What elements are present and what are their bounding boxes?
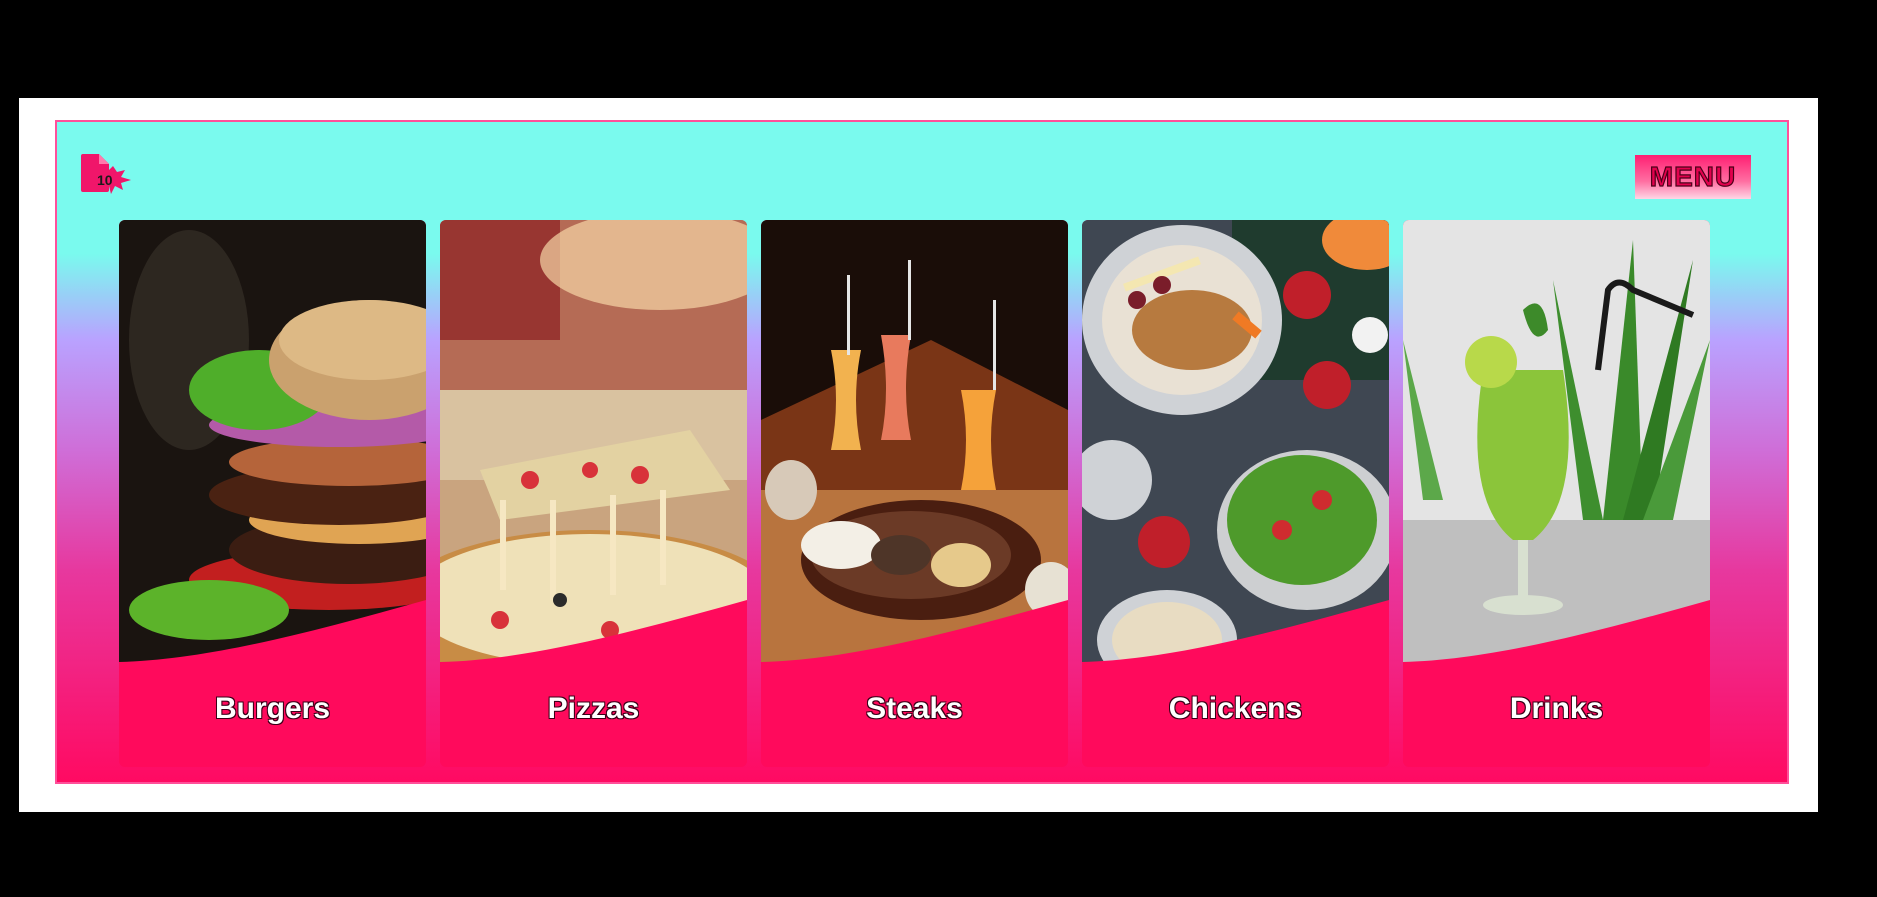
card-wave: [1082, 600, 1389, 662]
card-label: Steaks: [866, 692, 963, 725]
card-label: Drinks: [1509, 692, 1604, 725]
menu-stage: 10 MENU Burgers Pizzas Steaks Chickens D…: [55, 120, 1789, 784]
logo-badge[interactable]: 10: [79, 152, 135, 196]
card-wave: [761, 600, 1068, 662]
logo-badge-count: 10: [97, 172, 113, 188]
card-label: Pizzas: [547, 692, 640, 725]
menu-button[interactable]: MENU: [1635, 155, 1751, 199]
card-wave: [119, 600, 426, 662]
card-label: Chickens: [1168, 692, 1303, 725]
category-card-drinks[interactable]: Drinks: [1403, 220, 1710, 767]
card-wave: [440, 600, 747, 662]
card-label: Burgers: [214, 692, 331, 725]
app-frame: 10 MENU Burgers Pizzas Steaks Chickens D…: [19, 98, 1818, 812]
category-card-pizzas[interactable]: Pizzas: [440, 220, 747, 767]
category-card-steaks[interactable]: Steaks: [761, 220, 1068, 767]
category-card-chickens[interactable]: Chickens: [1082, 220, 1389, 767]
category-card-burgers[interactable]: Burgers: [119, 220, 426, 767]
card-wave: [1403, 600, 1710, 662]
